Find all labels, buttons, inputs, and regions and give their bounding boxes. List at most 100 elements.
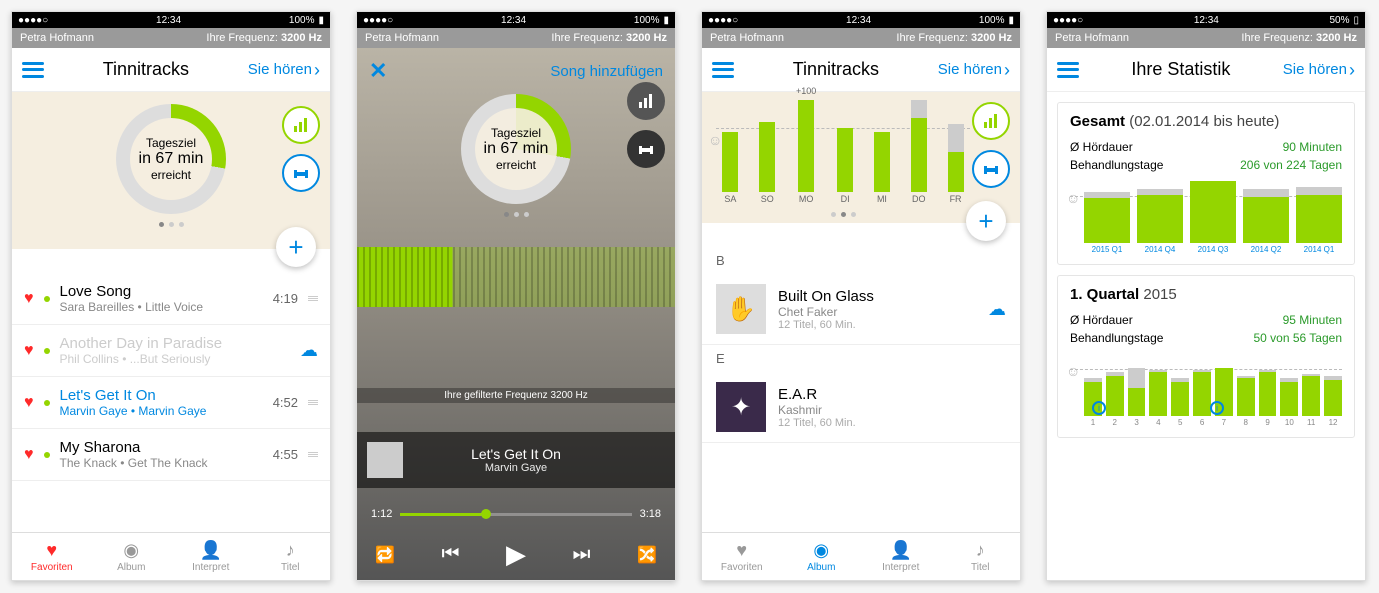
favorites-list: ♥Love SongSara Bareilles • Little Voice4… [12, 249, 330, 481]
heart-icon[interactable]: ♥ [24, 394, 34, 412]
bar-column[interactable]: 2014 Q2 [1243, 197, 1289, 254]
menu-icon[interactable] [22, 62, 44, 78]
tab-album[interactable]: ◉Album [92, 533, 172, 580]
player-controls: 🔁 ⏮ ▶ ⏭ 🔀 [357, 539, 675, 570]
album-row[interactable]: ✦ E.A.R Kashmir 12 Titel, 60 Min. [702, 372, 1020, 443]
add-song-link[interactable]: Song hinzufügen [550, 63, 663, 80]
nav-bar: Tinnitracks Sie hören› [702, 48, 1020, 92]
bar [837, 128, 853, 192]
progress-bar[interactable]: 1:12 3:18 [357, 508, 675, 520]
page-title: Tinnitracks [734, 59, 938, 80]
heart-icon[interactable]: ♥ [24, 290, 34, 308]
bar-column[interactable]: 2014 Q1 [1296, 195, 1342, 254]
song-row[interactable]: ♥Let's Get It OnMarvin Gaye • Marvin Gay… [12, 377, 330, 429]
info-icon[interactable]: i [1210, 401, 1224, 415]
tab-interpret[interactable]: 👤Interpret [171, 533, 251, 580]
prev-icon[interactable]: ⏮ [441, 543, 459, 566]
battery-icon: ▮ [1008, 15, 1014, 26]
song-row[interactable]: ♥My SharonaThe Knack • Get The Knack4:55 [12, 429, 330, 481]
bar-column[interactable]: 5 [1171, 382, 1189, 427]
freq-label: Ihre Frequenz: [1241, 32, 1313, 44]
play-icon[interactable]: ▶ [506, 539, 526, 570]
tab-favoriten[interactable]: ♥Favoriten [702, 533, 782, 580]
bar-label: 3 [1134, 418, 1138, 427]
status-bar: ●●●●○ 12:34 100%▮ [702, 12, 1020, 28]
bar-column[interactable]: 11 [1302, 376, 1320, 427]
tab-album[interactable]: ◉Album [782, 533, 862, 580]
tab-titel[interactable]: ♪Titel [251, 533, 331, 580]
progress-ring: Tagesziel in 67 min erreicht [461, 94, 571, 204]
drag-handle-icon[interactable] [308, 452, 318, 457]
np-title: Let's Get It On [413, 446, 619, 462]
next-icon[interactable]: ⏭ [573, 543, 591, 566]
now-listening-link[interactable]: Sie hören› [938, 61, 1010, 79]
bar-column[interactable]: 3 [1128, 388, 1146, 427]
disc-icon: ◉ [813, 540, 829, 561]
page-title: Tinnitracks [44, 59, 248, 80]
bar-label: 2014 Q3 [1198, 245, 1229, 254]
now-listening-link[interactable]: Sie hören› [248, 61, 320, 79]
tab-titel[interactable]: ♪Titel [941, 533, 1021, 580]
info-icon[interactable]: i [1092, 401, 1106, 415]
pager-dots[interactable] [716, 212, 970, 217]
heart-icon[interactable]: ♥ [24, 342, 34, 360]
bar-column[interactable]: 8 [1237, 378, 1255, 427]
close-icon[interactable]: ✕ [369, 58, 387, 84]
bar-column[interactable]: 4 [1149, 372, 1167, 427]
song-subtitle: Marvin Gaye • Marvin Gaye [60, 404, 263, 418]
bar [1084, 198, 1130, 243]
add-button[interactable]: + [966, 201, 1006, 241]
heart-icon[interactable]: ♥ [24, 446, 34, 464]
bar-column[interactable]: 9 [1259, 372, 1277, 427]
stats-button[interactable] [972, 102, 1010, 140]
album-art: ✦ [716, 382, 766, 432]
song-row[interactable]: ♥Love SongSara Bareilles • Little Voice4… [12, 273, 330, 325]
heart-icon: ♥ [46, 540, 57, 561]
tab-interpret[interactable]: 👤Interpret [861, 533, 941, 580]
stats-button[interactable] [627, 82, 665, 120]
tab-favoriten[interactable]: ♥Favoriten [12, 533, 92, 580]
now-listening-link[interactable]: Sie hören› [1283, 61, 1355, 79]
menu-icon[interactable] [1057, 62, 1079, 78]
shuffle-icon[interactable]: 🔀 [637, 545, 657, 565]
cloud-download-icon[interactable]: ☁ [988, 299, 1006, 320]
np-artist: Marvin Gaye [413, 462, 619, 474]
stats-button[interactable] [282, 106, 320, 144]
time-remaining: 3:18 [640, 508, 661, 520]
signal-dots: ●●●●○ [1053, 15, 1083, 26]
repeat-icon[interactable]: 🔁 [375, 545, 395, 565]
bar-label: 2015 Q1 [1092, 245, 1123, 254]
menu-icon[interactable] [712, 62, 734, 78]
headphones-button[interactable] [627, 130, 665, 168]
bar-column[interactable]: 10 [1280, 382, 1298, 427]
waveform[interactable] [357, 247, 675, 307]
bar-label: DI [841, 194, 850, 204]
freq-value: 3200 Hz [281, 32, 322, 44]
bar-column[interactable]: 2015 Q1 [1084, 198, 1130, 254]
stat-key: Behandlungstage [1070, 158, 1163, 172]
status-bar: ●●●●○ 12:34 50%▯ [1047, 12, 1365, 28]
bar [1237, 378, 1255, 416]
headphones-button[interactable] [972, 150, 1010, 188]
headphones-button[interactable] [282, 154, 320, 192]
album-row[interactable]: ✋ Built On Glass Chet Faker 12 Titel, 60… [702, 274, 1020, 345]
bar-column: FR [948, 138, 964, 204]
bar-column[interactable]: 2 [1106, 376, 1124, 427]
bar-label: 10 [1285, 418, 1294, 427]
drag-handle-icon[interactable] [308, 296, 318, 301]
cloud-download-icon[interactable]: ☁ [300, 340, 318, 361]
stat-key: Ø Hördauer [1070, 313, 1133, 327]
bar-column[interactable]: 7 [1215, 368, 1233, 427]
bar-column[interactable]: 2014 Q4 [1137, 195, 1183, 254]
album-title: Built On Glass [778, 288, 976, 305]
drag-handle-icon[interactable] [308, 400, 318, 405]
add-button[interactable]: + [276, 227, 316, 267]
song-row[interactable]: ♥Another Day in ParadisePhil Collins • .… [12, 325, 330, 377]
pager-dots[interactable] [357, 212, 675, 217]
bar-column[interactable]: 2014 Q3 [1190, 181, 1236, 254]
bar-column[interactable]: 12 [1324, 380, 1342, 427]
battery-pct: 100% [289, 15, 315, 26]
pager-dots[interactable] [159, 222, 184, 227]
bar-column[interactable]: 6 [1193, 372, 1211, 427]
bar-label: 8 [1243, 418, 1247, 427]
